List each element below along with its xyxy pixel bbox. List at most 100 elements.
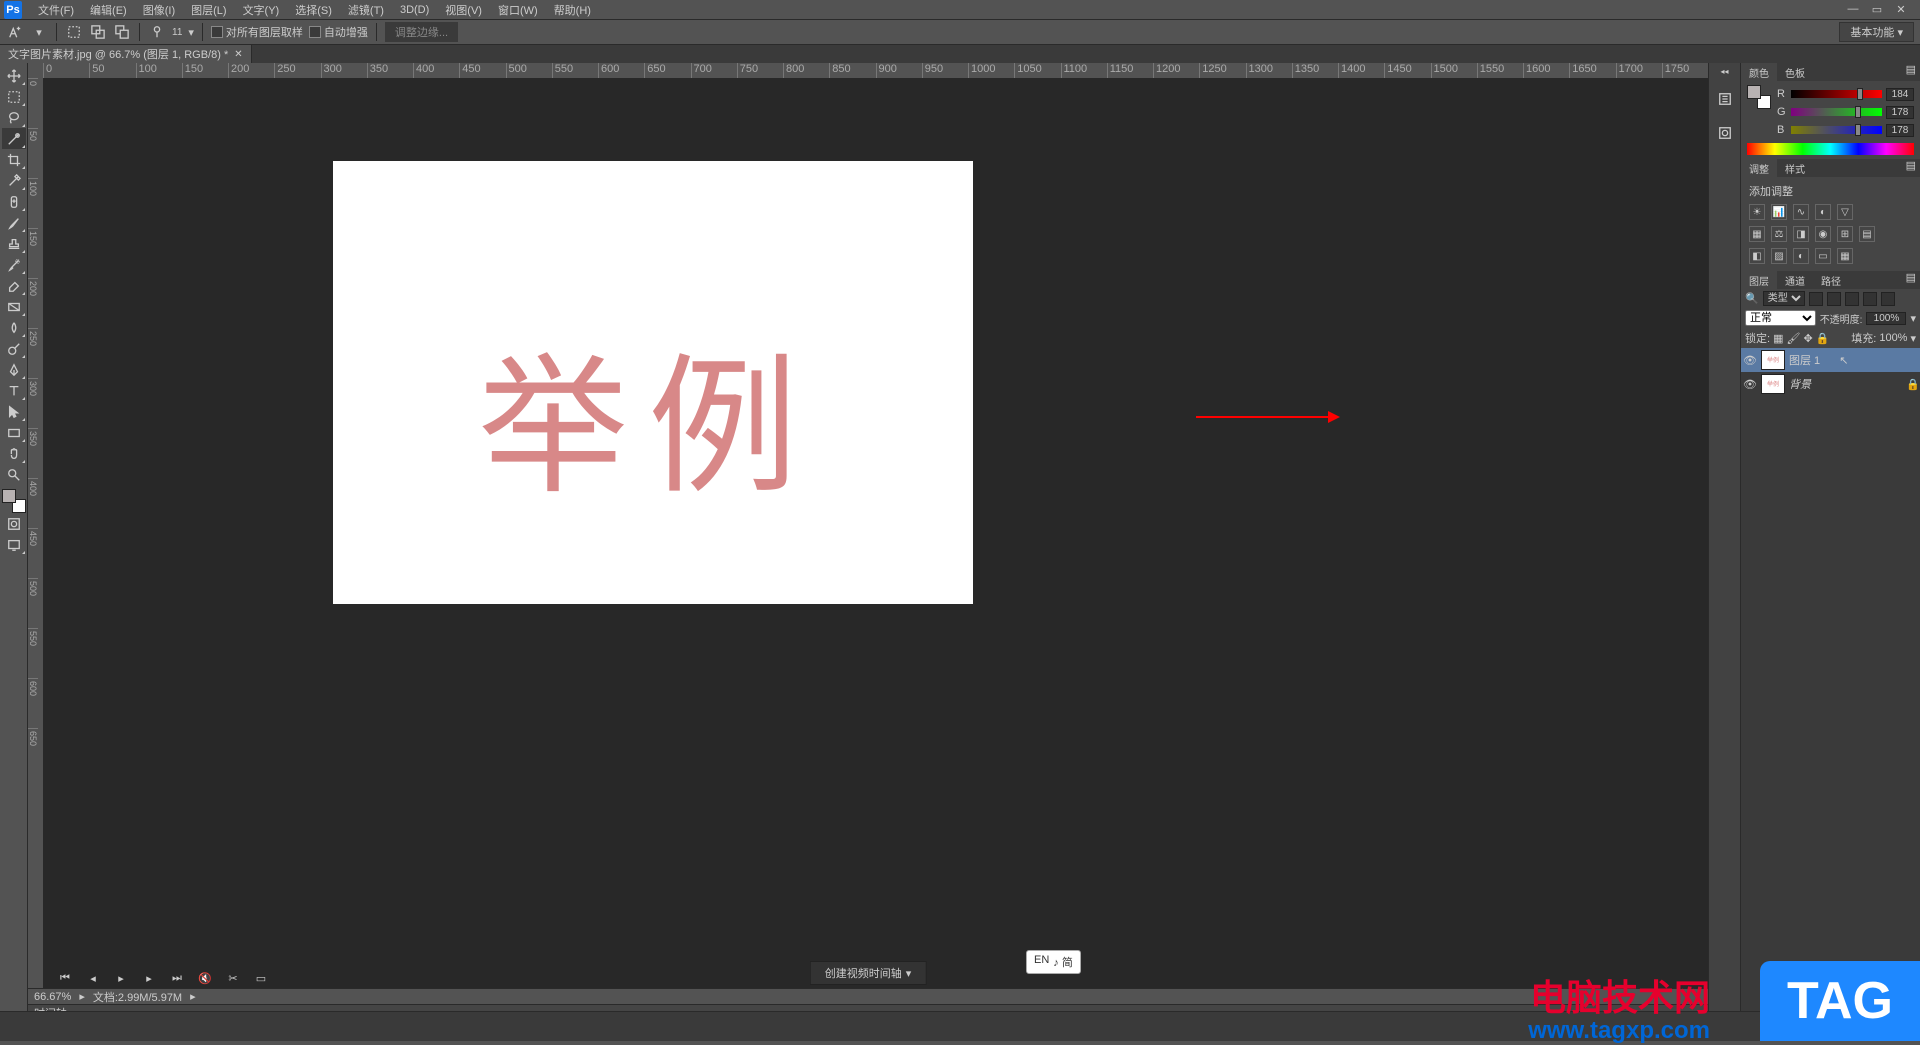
blend-mode-select[interactable]: 正常 <box>1745 310 1816 326</box>
path-selection-tool[interactable] <box>2 401 26 422</box>
curves-icon[interactable]: ∿ <box>1793 204 1809 220</box>
layer-thumbnail[interactable]: 举例 <box>1761 374 1785 394</box>
menu-help[interactable]: 帮助(H) <box>546 2 599 18</box>
tab-paths[interactable]: 路径 <box>1813 271 1849 289</box>
tab-layers[interactable]: 图层 <box>1741 271 1777 289</box>
hand-tool[interactable] <box>2 443 26 464</box>
rectangle-tool[interactable] <box>2 422 26 443</box>
brush-tool[interactable] <box>2 212 26 233</box>
doc-info[interactable]: 文档:2.99M/5.97M <box>93 989 182 1005</box>
workspace-switcher[interactable]: 基本功能 ▾ <box>1839 22 1914 42</box>
slider-red[interactable]: R184 <box>1777 85 1914 103</box>
filter-adj-icon[interactable] <box>1827 292 1841 306</box>
ruler-origin[interactable] <box>28 63 43 78</box>
mute-icon[interactable]: 🔇 <box>198 972 212 985</box>
ime-indicator[interactable]: EN♪ 简 <box>1026 950 1081 974</box>
slider-green[interactable]: G178 <box>1777 103 1914 121</box>
exposure-icon[interactable]: ◐ <box>1815 204 1831 220</box>
ruler-horizontal[interactable]: 0501001502002503003504004505005506006507… <box>43 63 1708 78</box>
menu-select[interactable]: 选择(S) <box>287 2 340 18</box>
invert-icon[interactable]: ◧ <box>1749 248 1765 264</box>
add-selection-icon[interactable] <box>89 23 107 41</box>
filter-smart-icon[interactable] <box>1881 292 1895 306</box>
lock-transparency-icon[interactable]: ▦ <box>1773 332 1783 345</box>
sample-all-layers-checkbox[interactable]: 对所有图层取样 <box>211 24 303 40</box>
filter-type-icon[interactable] <box>1845 292 1859 306</box>
healing-brush-tool[interactable] <box>2 191 26 212</box>
chevron-icon[interactable]: ▸ <box>190 990 196 1003</box>
next-frame-icon[interactable]: ▸ <box>142 972 156 985</box>
filter-pixel-icon[interactable] <box>1809 292 1823 306</box>
layer-thumbnail[interactable]: 举例 <box>1761 350 1785 370</box>
menu-window[interactable]: 窗口(W) <box>490 2 546 18</box>
menu-type[interactable]: 文字(Y) <box>235 2 288 18</box>
history-panel-icon[interactable] <box>1714 88 1736 110</box>
new-selection-icon[interactable] <box>65 23 83 41</box>
tab-adjustments[interactable]: 调整 <box>1741 159 1777 177</box>
chevron-down-icon[interactable]: ▾ <box>1910 312 1916 325</box>
panel-menu-icon[interactable]: ▤ <box>1902 271 1920 289</box>
marquee-tool[interactable] <box>2 86 26 107</box>
play-icon[interactable]: ▸ <box>114 972 128 985</box>
layer-name[interactable]: 背景 <box>1789 376 1811 392</box>
history-brush-tool[interactable] <box>2 254 26 275</box>
brush-size[interactable]: 11 <box>172 27 182 38</box>
properties-panel-icon[interactable] <box>1714 122 1736 144</box>
hue-icon[interactable]: ▦ <box>1749 226 1765 242</box>
channel-mixer-icon[interactable]: ⊞ <box>1837 226 1853 242</box>
posterize-icon[interactable]: ▨ <box>1771 248 1787 264</box>
menu-3d[interactable]: 3D(D) <box>392 4 437 16</box>
chevron-down-icon[interactable]: ▾ <box>906 967 912 980</box>
prev-frame-icon[interactable]: ◂ <box>86 972 100 985</box>
selective-color-icon[interactable]: ▦ <box>1837 248 1853 264</box>
stamp-tool[interactable] <box>2 233 26 254</box>
brightness-icon[interactable]: ☀ <box>1749 204 1765 220</box>
color-balance-icon[interactable]: ⚖ <box>1771 226 1787 242</box>
zoom-tool[interactable] <box>2 464 26 485</box>
panel-menu-icon[interactable]: ▤ <box>1902 63 1920 81</box>
refine-edge-button[interactable]: 调整边缘... <box>385 22 458 42</box>
fill-value[interactable]: 100% <box>1879 332 1907 344</box>
color-lookup-icon[interactable]: ▤ <box>1859 226 1875 242</box>
quick-mask-toggle[interactable] <box>2 513 26 534</box>
crop-tool[interactable] <box>2 149 26 170</box>
eyedropper-tool[interactable] <box>2 170 26 191</box>
eraser-tool[interactable] <box>2 275 26 296</box>
transition-icon[interactable]: ▭ <box>254 972 268 985</box>
maximize-button[interactable]: ▭ <box>1870 3 1884 16</box>
photo-filter-icon[interactable]: ◉ <box>1815 226 1831 242</box>
zoom-level[interactable]: 66.67% <box>34 991 71 1003</box>
document-tab[interactable]: 文字图片素材.jpg @ 66.7% (图层 1, RGB/8) * ✕ <box>0 45 252 63</box>
bw-icon[interactable]: ◨ <box>1793 226 1809 242</box>
color-spectrum[interactable] <box>1747 143 1914 155</box>
filter-kind-select[interactable]: 类型 <box>1763 291 1805 306</box>
canvas-area[interactable]: 0501001502002503003504004505005506006507… <box>28 63 1708 1019</box>
brush-icon[interactable] <box>148 23 166 41</box>
close-button[interactable]: ✕ <box>1894 3 1908 16</box>
menu-view[interactable]: 视图(V) <box>437 2 490 18</box>
tab-color[interactable]: 颜色 <box>1741 63 1777 81</box>
chevron-down-icon[interactable]: ▾ <box>30 23 48 41</box>
tab-channels[interactable]: 通道 <box>1777 271 1813 289</box>
menu-image[interactable]: 图像(I) <box>135 2 183 18</box>
panel-menu-icon[interactable]: ▤ <box>1902 159 1920 177</box>
menu-layer[interactable]: 图层(L) <box>183 2 234 18</box>
tool-preset-icon[interactable] <box>6 23 24 41</box>
color-picker[interactable] <box>2 489 26 513</box>
vibrance-icon[interactable]: ▽ <box>1837 204 1853 220</box>
r-value[interactable]: 184 <box>1886 88 1914 101</box>
opacity-value[interactable]: 100% <box>1866 312 1906 325</box>
dodge-tool[interactable] <box>2 338 26 359</box>
lock-all-icon[interactable]: 🔒 <box>1816 332 1830 345</box>
gradient-map-icon[interactable]: ▭ <box>1815 248 1831 264</box>
lock-position-icon[interactable]: ✥ <box>1803 332 1812 345</box>
layer-row[interactable]: 👁 举例 背景 🔒 <box>1741 372 1920 396</box>
minimize-button[interactable]: — <box>1846 3 1860 16</box>
pen-tool[interactable] <box>2 359 26 380</box>
ruler-vertical[interactable]: 050100150200250300350400450500550600650 <box>28 78 43 1019</box>
chevron-down-icon[interactable]: ▾ <box>1910 332 1916 345</box>
g-value[interactable]: 178 <box>1886 106 1914 119</box>
search-icon[interactable]: 🔍 <box>1745 292 1759 305</box>
type-tool[interactable] <box>2 380 26 401</box>
menu-filter[interactable]: 滤镜(T) <box>340 2 392 18</box>
